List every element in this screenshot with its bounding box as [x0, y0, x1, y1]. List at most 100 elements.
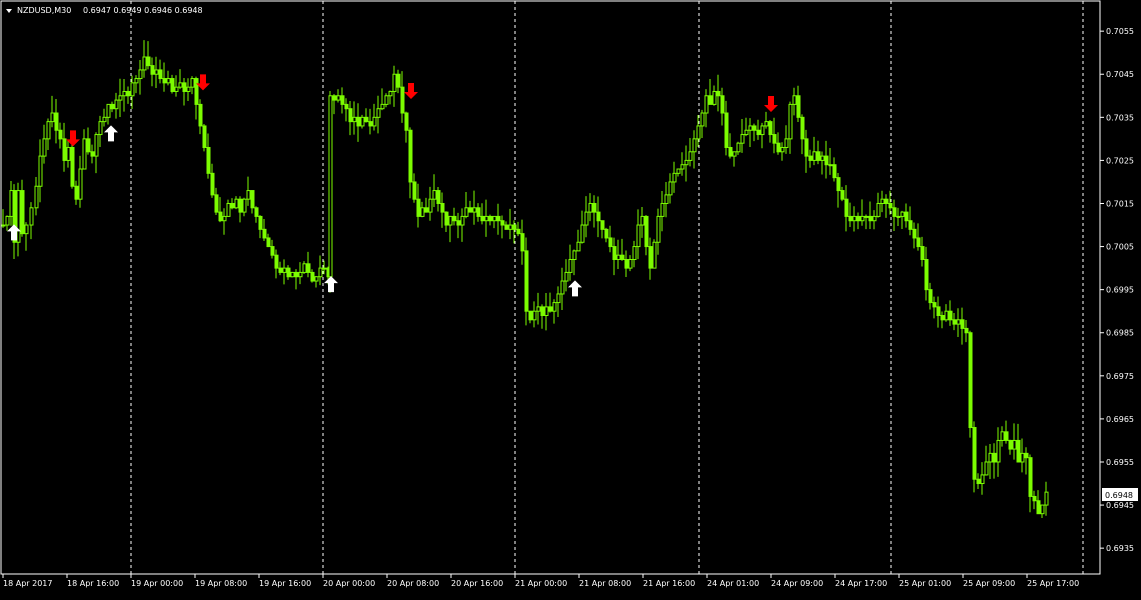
candle-body [258, 215, 263, 230]
candle-body [488, 215, 493, 222]
candle-body [876, 202, 881, 217]
candle-body [90, 151, 95, 157]
candle-body [944, 310, 949, 321]
candle-body [548, 306, 553, 312]
candle-body [440, 202, 445, 213]
y-tick-label: 0.6945 [1106, 501, 1134, 510]
candle-body [736, 142, 741, 153]
candle-body [988, 452, 993, 463]
candle-body [282, 267, 287, 273]
candle-body [158, 69, 163, 80]
candle-body [142, 56, 147, 71]
candle-body [364, 116, 369, 123]
y-tick-label: 0.7055 [1106, 27, 1134, 36]
candle-body [274, 254, 279, 269]
candle-body [500, 220, 505, 226]
candle-body [928, 289, 933, 304]
price-chart[interactable]: 0.7055 0.7045 0.7035 0.7025 0.7015 0.7005 0.69… [0, 0, 1141, 595]
candle-body [102, 116, 107, 123]
candle-body [318, 267, 323, 278]
candle-body [684, 159, 689, 166]
x-tick-label: 19 Apr 08:00 [195, 579, 247, 588]
candle-body [24, 224, 29, 235]
candle-body [250, 190, 255, 209]
x-tick-label: 25 Apr 01:00 [899, 579, 951, 588]
candle-body [74, 185, 79, 200]
candle-body [824, 155, 829, 166]
candle-body [328, 95, 333, 278]
candle-body [892, 207, 897, 217]
candle-body [664, 194, 669, 204]
candle-body [230, 202, 235, 209]
candle-body [908, 220, 913, 230]
x-tick-label: 19 Apr 16:00 [259, 579, 311, 588]
candle-body [584, 211, 589, 226]
candle-body [94, 134, 99, 157]
candle-body [840, 190, 845, 200]
candle-body [98, 121, 103, 136]
candle-body [896, 215, 901, 218]
candle-body [912, 228, 917, 239]
chart-header: NZDUSD,M30 0.6947 0.6949 0.6946 0.6948 [6, 6, 203, 15]
candle-body [20, 190, 25, 235]
candle-body [832, 164, 837, 179]
y-tick-label: 0.6985 [1106, 329, 1134, 338]
candle-body [996, 439, 1001, 463]
candle-body [336, 95, 341, 101]
y-tick-label: 0.6975 [1106, 372, 1134, 381]
candle-body [162, 78, 167, 84]
candle-body [226, 202, 231, 217]
candle-body [404, 112, 409, 131]
y-tick-label: 0.7045 [1106, 70, 1134, 79]
candle-body [194, 78, 199, 105]
candle-body [1008, 439, 1013, 450]
candle-body [676, 168, 681, 174]
y-tick-label: 0.7025 [1106, 156, 1134, 165]
candle-body [964, 327, 969, 334]
candle-body [1000, 431, 1005, 441]
candle-body [888, 202, 893, 209]
candle-body [592, 202, 597, 213]
candle-body [524, 250, 529, 312]
candle-body [29, 207, 34, 226]
candle-body [424, 207, 429, 213]
candle-body [744, 129, 749, 136]
candle-body [456, 220, 461, 226]
candle-body [1036, 500, 1041, 515]
x-tick-label: 20 Apr 00:00 [323, 579, 375, 588]
candle-body [632, 246, 637, 260]
x-tick-label: 21 Apr 16:00 [643, 579, 695, 588]
candle-body [864, 215, 869, 218]
candle-body [952, 319, 957, 325]
candle-body [262, 228, 267, 239]
candle-body [792, 95, 797, 105]
candle-body [54, 112, 59, 131]
x-tick-label: 25 Apr 09:00 [963, 579, 1015, 588]
candle-body [756, 129, 761, 136]
candle-body [776, 142, 781, 153]
candle-body [82, 138, 87, 170]
y-tick-label: 0.6965 [1106, 415, 1134, 424]
candle-body [380, 103, 385, 110]
candle-body [138, 69, 143, 80]
candle-body [600, 220, 605, 230]
candle-body [588, 202, 593, 213]
candle-body [640, 215, 645, 226]
candle-body [536, 306, 541, 312]
candle-body [238, 198, 243, 213]
candle-body [476, 207, 481, 217]
candle-body [190, 78, 195, 88]
candle-body [1044, 491, 1049, 506]
candle-body [356, 116, 361, 127]
candle-body [254, 207, 259, 217]
ohlc-values: 0.6947 0.6949 0.6946 0.6948 [83, 6, 203, 15]
chart-canvas[interactable]: 0.7055 0.7045 0.7035 0.7025 0.7015 0.7005 0.69… [0, 0, 1141, 595]
candle-body [42, 138, 47, 157]
candle-body [716, 90, 721, 97]
x-tick-label: 19 Apr 00:00 [131, 579, 183, 588]
candle-body [348, 108, 353, 123]
candle-body [376, 108, 381, 118]
candle-body [828, 164, 833, 167]
candle-body [340, 95, 345, 105]
candle-body [752, 125, 757, 131]
